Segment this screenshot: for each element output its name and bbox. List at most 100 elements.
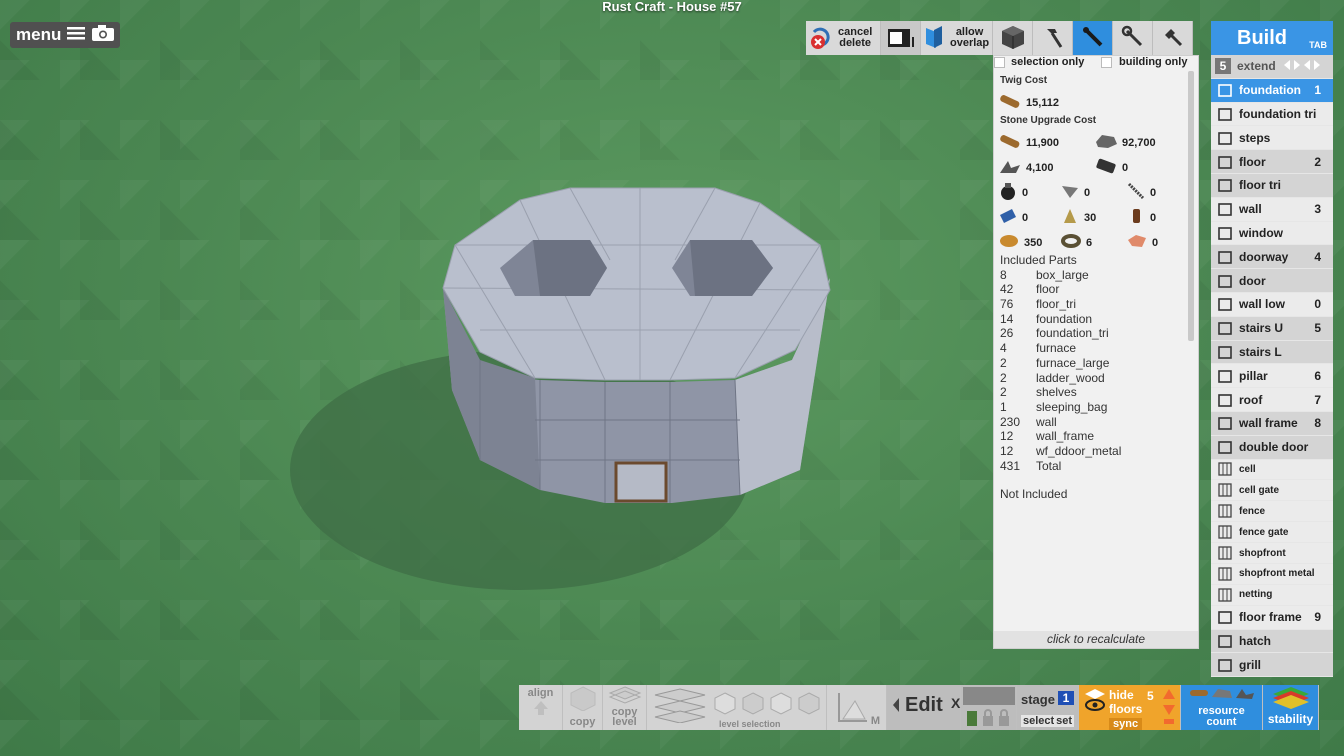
part-row: 1 sleeping_bag — [1000, 400, 1121, 415]
stairs-l-icon — [1211, 343, 1239, 361]
leather-icon — [998, 232, 1020, 253]
resource-value: 0 — [1152, 236, 1159, 249]
up-down-arrows-icon[interactable] — [1162, 687, 1176, 730]
stability-button[interactable]: stability — [1263, 685, 1319, 730]
selection-only-checkbox[interactable] — [994, 57, 1005, 68]
build-item-label: shopfront — [1239, 547, 1286, 559]
part-row: 76 floor_tri — [1000, 297, 1121, 312]
build-item[interactable]: steps — [1211, 126, 1333, 151]
tool-box[interactable] — [993, 21, 1033, 55]
twig-cost-label: Twig Cost — [1000, 75, 1048, 86]
part-count: 14 — [1000, 311, 1014, 326]
build-item[interactable]: pillar 6 — [1211, 364, 1333, 389]
copy-level-button[interactable]: copy level — [603, 685, 647, 730]
pillar-icon — [1211, 367, 1239, 385]
cost-scrollbar[interactable] — [1188, 71, 1194, 341]
resource-value: 0 — [1084, 186, 1091, 199]
tool-hatchet[interactable] — [1153, 21, 1193, 55]
tool-building-plan[interactable] — [1073, 21, 1113, 55]
stage-icons — [965, 709, 1011, 730]
edit-close[interactable]: X — [951, 695, 960, 711]
build-item[interactable]: foundation tri — [1211, 102, 1333, 127]
build-item-small[interactable]: cell — [1211, 459, 1333, 481]
included-parts-list: Included Parts 8 box_large 42 floor 76 floo… — [1000, 253, 1121, 502]
cancel-delete-button[interactable]: cancel delete — [806, 21, 881, 55]
part-name: wall — [1036, 414, 1057, 429]
resource-tarp: 0 — [998, 207, 1028, 228]
menu-button[interactable]: menu — [10, 22, 120, 48]
part-count: 1 — [1000, 399, 1007, 414]
stage-select-button[interactable]: select — [1021, 715, 1057, 727]
building-only-checkbox[interactable] — [1101, 57, 1112, 68]
recalculate-button[interactable]: click to recalculate — [994, 631, 1198, 648]
build-item[interactable]: floor tri — [1211, 173, 1333, 198]
build-item[interactable]: wall frame 8 — [1211, 411, 1333, 436]
window-icon — [1211, 224, 1239, 242]
extend-row[interactable]: 5 extend — [1211, 55, 1333, 79]
build-item[interactable]: wall low 0 — [1211, 292, 1333, 317]
cube-icon — [769, 691, 793, 718]
build-item[interactable]: roof 7 — [1211, 388, 1333, 412]
build-item[interactable]: door — [1211, 269, 1333, 293]
align-button[interactable]: align — [519, 685, 563, 730]
build-item[interactable]: window — [1211, 221, 1333, 246]
build-item[interactable]: double door — [1211, 435, 1333, 460]
build-item-small[interactable]: shopfront — [1211, 543, 1333, 564]
build-header[interactable]: Build TAB — [1211, 21, 1333, 55]
sync-button[interactable]: sync — [1109, 718, 1143, 730]
resource-value: 350 — [1024, 236, 1043, 249]
cell-icon — [1211, 461, 1239, 477]
align-arrow-icon — [532, 701, 550, 720]
delete-label: delete — [839, 37, 872, 49]
resource-value: 11,900 — [1026, 136, 1060, 149]
tool-wrench[interactable] — [1113, 21, 1153, 55]
build-item[interactable]: floor 2 — [1211, 150, 1333, 174]
build-item-label: double door — [1239, 440, 1309, 455]
resource-value: 92,700 — [1122, 136, 1156, 149]
build-item[interactable]: doorway 4 — [1211, 245, 1333, 270]
build-item-label: fence — [1239, 505, 1266, 517]
part-name: wall_frame — [1036, 429, 1095, 444]
cost-panel: selection only building only Twig Cost 1… — [993, 55, 1199, 649]
video-toggle-button[interactable] — [881, 21, 921, 55]
resource-spring: 0 — [1126, 182, 1156, 203]
allow-overlap-button[interactable]: allow overlap — [921, 21, 993, 55]
copy-button[interactable]: copy — [563, 685, 603, 730]
house-roof — [442, 187, 831, 381]
build-item-label: window — [1239, 225, 1283, 240]
build-item-small[interactable]: fence gate — [1211, 522, 1333, 544]
level-stack-icon[interactable] — [653, 687, 707, 726]
build-item-small[interactable]: cell gate — [1211, 480, 1333, 502]
stage-set-button[interactable]: set — [1054, 715, 1074, 727]
resource-count-button[interactable]: resource count — [1181, 685, 1263, 730]
building-plan-icon — [1081, 25, 1105, 52]
camera-icon[interactable] — [91, 24, 115, 47]
level-cubes[interactable] — [713, 691, 821, 718]
build-item-small[interactable]: shopfront metal — [1211, 564, 1333, 585]
edit-button[interactable]: Edit X — [887, 685, 961, 730]
build-item[interactable]: hatch — [1211, 629, 1333, 654]
build-item[interactable]: wall 3 — [1211, 197, 1333, 222]
house-door[interactable] — [614, 461, 668, 503]
build-item[interactable]: stairs L — [1211, 340, 1333, 365]
floors-count: 5 — [1147, 689, 1154, 703]
wood-log-icon — [998, 92, 1022, 113]
build-item[interactable]: floor frame 9 — [1211, 605, 1333, 630]
build-item-key: 6 — [1314, 368, 1321, 383]
spring-icon — [1126, 182, 1146, 203]
build-item[interactable]: grill — [1211, 653, 1333, 678]
build-item[interactable]: foundation 1 — [1211, 78, 1333, 103]
part-count: 4 — [1000, 341, 1007, 356]
build-item[interactable]: stairs U 5 — [1211, 316, 1333, 341]
part-row: 26 foundation_tri — [1000, 326, 1121, 341]
hide-floors-button[interactable]: hide floors 5 sync — [1079, 685, 1181, 730]
resource-value: 0 — [1150, 211, 1157, 224]
build-item-small[interactable]: netting — [1211, 584, 1333, 606]
count-label: count — [1206, 716, 1237, 728]
stage-control[interactable]: stage 1 select set — [1017, 685, 1079, 730]
part-row: 2 furnace_large — [1000, 356, 1121, 371]
measure-button[interactable]: M — [827, 685, 887, 730]
build-item-small[interactable]: fence — [1211, 501, 1333, 523]
tool-hammer[interactable] — [1033, 21, 1073, 55]
build-item-label: wall — [1239, 202, 1262, 217]
